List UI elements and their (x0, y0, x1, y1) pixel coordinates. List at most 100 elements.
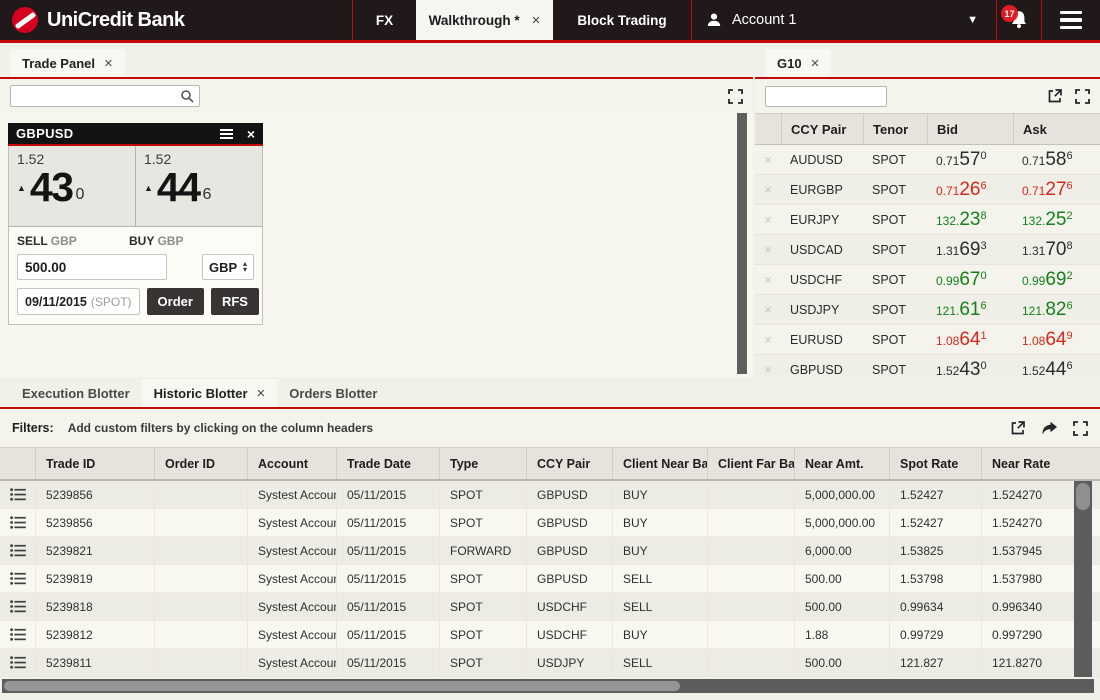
tab-historic-blotter[interactable]: Historic Blotter × (142, 379, 278, 407)
bid-price-cell[interactable]: 132.238 (927, 209, 1013, 231)
bid-price-cell[interactable]: 1.52430 (927, 359, 1013, 378)
header-tenor[interactable]: Tenor (863, 114, 927, 144)
vertical-scrollbar[interactable] (1074, 481, 1092, 677)
g10-search-input[interactable] (771, 89, 881, 103)
bid-price-cell[interactable]: 121.616 (927, 299, 1013, 321)
tab-orders-blotter[interactable]: Orders Blotter (277, 379, 389, 407)
remove-row-icon[interactable]: × (755, 152, 781, 167)
header-account[interactable]: Account (248, 448, 337, 479)
ccy-pair-cell[interactable]: USDJPY (781, 303, 863, 317)
trade-row[interactable]: 5239819 Systest Account 05/11/2015 SPOT … (0, 565, 1100, 593)
header-bid[interactable]: Bid (927, 114, 1013, 144)
trade-row[interactable]: 5239821 Systest Account 05/11/2015 FORWA… (0, 537, 1100, 565)
bid-price-cell[interactable]: 0.71266 (927, 179, 1013, 201)
search-input[interactable] (16, 89, 180, 103)
ask-price-cell[interactable]: 0.71276 (1013, 179, 1100, 201)
header-ccy-pair[interactable]: CCY Pair (527, 448, 613, 479)
close-icon[interactable]: × (811, 55, 820, 72)
scrollbar-thumb[interactable] (1076, 483, 1090, 510)
rfs-button[interactable]: RFS (211, 288, 259, 315)
order-button[interactable]: Order (147, 288, 204, 315)
remove-row-icon[interactable]: × (755, 272, 781, 287)
row-actions-icon[interactable] (0, 649, 36, 676)
row-actions-icon[interactable] (0, 565, 36, 592)
remove-row-icon[interactable]: × (755, 242, 781, 257)
sell-price-button[interactable]: 1.52 ▲ 43 0 (9, 146, 135, 226)
trade-row[interactable]: 5239812 Systest Account 05/11/2015 SPOT … (0, 621, 1100, 649)
ccy-pair-cell[interactable]: USDCAD (781, 243, 863, 257)
amount-input[interactable] (17, 254, 167, 280)
fullscreen-icon[interactable] (1075, 89, 1090, 104)
header-type[interactable]: Type (440, 448, 527, 479)
tab-g10[interactable]: G10 × (765, 49, 831, 77)
notifications-button[interactable]: 17 (997, 0, 1041, 40)
ccy-pair-cell[interactable]: EURGBP (781, 183, 863, 197)
scrollbar-thumb[interactable] (4, 681, 680, 691)
ask-price-cell[interactable]: 132.252 (1013, 209, 1100, 231)
trade-row[interactable]: 5239856 Systest Account 05/11/2015 SPOT … (0, 481, 1100, 509)
trade-row[interactable]: 5239818 Systest Account 05/11/2015 SPOT … (0, 593, 1100, 621)
ccy-pair-cell[interactable]: GBPUSD (781, 363, 863, 377)
close-icon[interactable]: × (257, 385, 266, 402)
bid-price-cell[interactable]: 1.08641 (927, 329, 1013, 351)
ask-price-cell[interactable]: 0.99692 (1013, 269, 1100, 291)
pop-out-icon[interactable] (1010, 420, 1026, 436)
widget-menu-icon[interactable] (220, 129, 233, 139)
header-spot-rate[interactable]: Spot Rate (890, 448, 982, 479)
row-actions-icon[interactable] (0, 537, 36, 564)
header-near-amt[interactable]: Near Amt. (795, 448, 890, 479)
header-ask[interactable]: Ask (1013, 114, 1100, 144)
header-client-near-base[interactable]: Client Near Bas (613, 448, 708, 479)
header-trade-id[interactable]: Trade ID (36, 448, 155, 479)
close-icon[interactable]: × (104, 55, 113, 72)
fullscreen-icon[interactable] (1073, 421, 1088, 436)
header-order-id[interactable]: Order ID (155, 448, 248, 479)
close-icon[interactable]: × (532, 12, 541, 29)
ccy-pair-cell[interactable]: USDCHF (781, 273, 863, 287)
tab-walkthrough[interactable]: Walkthrough * × (416, 0, 553, 40)
remove-row-icon[interactable]: × (755, 182, 781, 197)
trade-row[interactable]: 5239811 Systest Account 05/11/2015 SPOT … (0, 649, 1100, 677)
header-client-far-base[interactable]: Client Far Base (708, 448, 795, 479)
bid-price-cell[interactable]: 0.99670 (927, 269, 1013, 291)
ask-price-cell[interactable]: 0.71586 (1013, 149, 1100, 171)
tab-block-trading[interactable]: Block Trading (553, 0, 691, 40)
remove-row-icon[interactable]: × (755, 212, 781, 227)
g10-searchbox[interactable] (765, 86, 887, 107)
currency-select[interactable]: GBP ▴ ▾ (202, 254, 254, 280)
remove-row-icon[interactable]: × (755, 302, 781, 317)
ccy-pair-cell[interactable]: AUDUSD (781, 153, 863, 167)
ask-price-cell[interactable]: 121.826 (1013, 299, 1100, 321)
ask-price-cell[interactable]: 1.31708 (1013, 239, 1100, 261)
vertical-scrollbar[interactable] (737, 113, 747, 374)
tab-fx[interactable]: FX (353, 0, 416, 40)
bid-price-cell[interactable]: 0.71570 (927, 149, 1013, 171)
fullscreen-icon[interactable] (728, 89, 743, 104)
header-near-rate[interactable]: Near Rate (982, 448, 1100, 479)
tab-execution-blotter[interactable]: Execution Blotter (10, 379, 142, 407)
share-icon[interactable] (1041, 421, 1058, 436)
horizontal-scrollbar[interactable] (2, 679, 1094, 693)
tab-trade-panel[interactable]: Trade Panel × (10, 49, 125, 77)
row-actions-icon[interactable] (0, 621, 36, 648)
header-trade-date[interactable]: Trade Date (337, 448, 440, 479)
account-selector[interactable]: Account 1 ▼ (692, 0, 996, 40)
remove-row-icon[interactable]: × (755, 362, 781, 377)
widget-close-icon[interactable]: × (247, 126, 255, 142)
remove-row-icon[interactable]: × (755, 332, 781, 347)
header-ccy-pair[interactable]: CCY Pair (781, 114, 863, 144)
value-date-field[interactable]: 09/11/2015 (SPOT) (17, 288, 140, 315)
main-menu-button[interactable] (1042, 0, 1100, 40)
row-actions-icon[interactable] (0, 593, 36, 620)
row-actions-icon[interactable] (0, 509, 36, 536)
row-actions-icon[interactable] (0, 481, 36, 508)
ask-price-cell[interactable]: 1.08649 (1013, 329, 1100, 351)
ccy-pair-cell[interactable]: EURJPY (781, 213, 863, 227)
buy-price-button[interactable]: 1.52 ▲ 44 6 (135, 146, 262, 226)
trade-row[interactable]: 5239856 Systest Account 05/11/2015 SPOT … (0, 509, 1100, 537)
instrument-searchbox[interactable] (10, 85, 200, 107)
ask-price-cell[interactable]: 1.52446 (1013, 359, 1100, 378)
bid-price-cell[interactable]: 1.31693 (927, 239, 1013, 261)
ccy-pair-cell[interactable]: EURUSD (781, 333, 863, 347)
pop-out-icon[interactable] (1047, 88, 1063, 104)
